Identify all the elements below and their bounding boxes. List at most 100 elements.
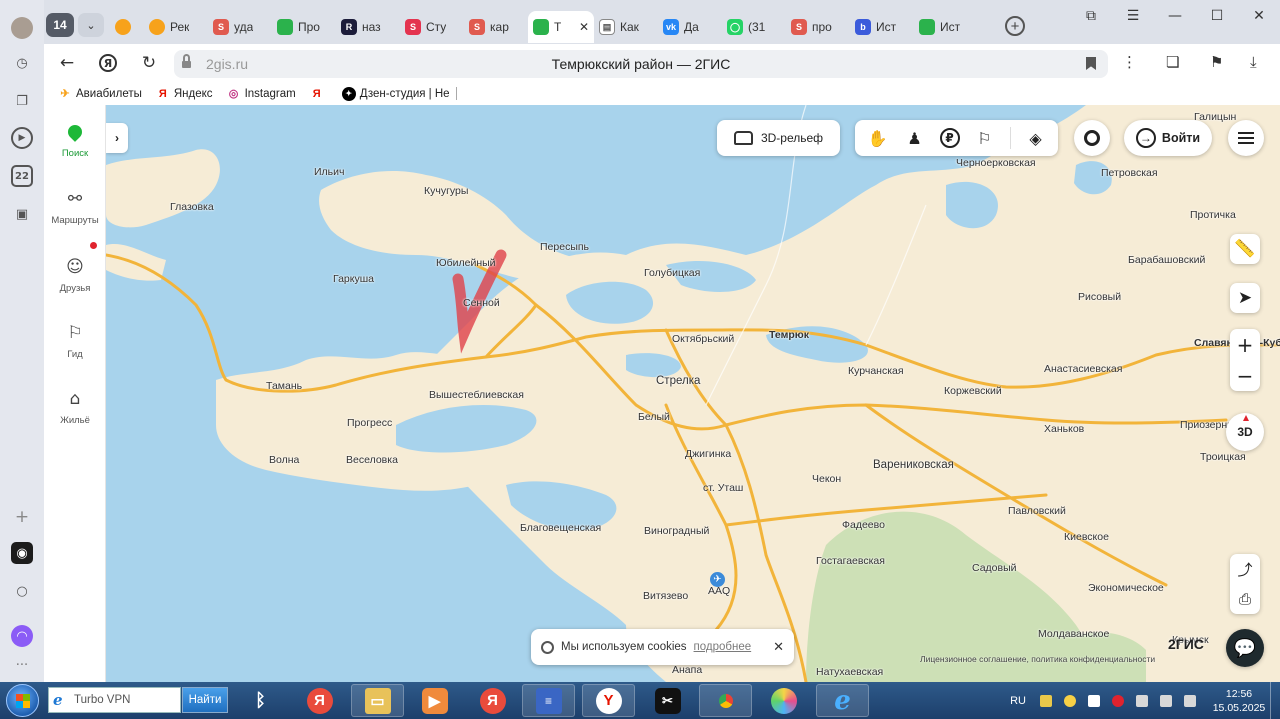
cookie-details-link[interactable]: подробнее [694,641,752,653]
airport-icon[interactable]: ✈ [710,572,725,587]
bookmark-instagram[interactable]: ◎ Instagram [227,87,296,101]
tab[interactable]: Рек [144,11,208,43]
map-label[interactable]: Глазовка [170,201,214,213]
yandex-app-2[interactable]: Я [466,684,519,717]
map-label[interactable]: Курчанская [848,365,904,377]
map-label[interactable]: Павловский [1008,505,1066,517]
downloads-icon[interactable]: ⤓ [1250,53,1257,71]
internet-explorer-app[interactable]: e [816,684,869,717]
ruler-button[interactable]: 📏 [1230,234,1260,264]
bookmark-yandex[interactable]: Я Яндекс [156,87,213,101]
map-label[interactable]: Анапа [672,664,702,676]
tab-manager-icon[interactable]: ⧉ [1070,0,1112,32]
tab[interactable]: S Сту [400,11,464,43]
sidebar-item-housing[interactable]: ⌂ Жильё [44,387,106,426]
profile-avatar[interactable] [11,17,33,39]
map-label[interactable]: Коржевский [944,385,1002,397]
screen-share-icon[interactable]: ▣ [11,203,33,225]
tab[interactable]: ◯ (31 [722,11,786,43]
map-label[interactable]: Юбилейный [436,257,496,269]
back-button[interactable]: ← [56,52,78,74]
map-label[interactable]: Троицкая [1200,451,1246,463]
map-canvas[interactable]: Ильич Кучугуры Черноерковская Петровская Гол… [106,105,1280,682]
menu-button[interactable] [1228,120,1264,156]
map-label[interactable]: Волна [269,454,299,466]
bookmark-dzen[interactable]: ✦ Дзен-студия | Не [341,86,450,101]
sidebar-item-search-leaf[interactable]: Поиск [44,120,106,159]
tab[interactable]: Sкар [464,11,528,43]
taskbar-search-field[interactable]: e Turbo VPN [48,687,181,713]
tab[interactable]: vk Да [658,11,722,43]
tab[interactable]: Ист [914,11,978,43]
map-label[interactable]: Благовещенская [520,522,601,534]
map-label[interactable]: Сенной [463,297,500,309]
print-icon[interactable]: ⎙ [1230,584,1260,614]
locate-button[interactable]: ➤ [1230,283,1260,313]
map-label[interactable]: Фадеево [842,519,885,531]
tab[interactable]: Т ✕ [528,11,594,43]
capcut-app[interactable]: ✂ [641,684,694,717]
map-label[interactable]: Октябрьский [672,333,734,345]
map-label[interactable]: Анастасиевская [1044,363,1122,375]
map-label[interactable]: Садовый [972,562,1017,574]
map-label[interactable]: Ханьков [1044,423,1084,435]
camera-app-icon[interactable]: ◉ [11,542,33,564]
yandex-home-button[interactable]: Я [99,54,117,72]
map-label[interactable]: Джигинка [685,448,731,460]
map-label[interactable]: Молдаванское [1038,628,1109,640]
video-icon[interactable]: ▶ [11,127,33,149]
map-label[interactable]: Гостагаевская [816,555,885,567]
signpost-icon[interactable]: ⚐ [973,126,997,150]
chat-button[interactable]: 💬 [1226,629,1264,667]
tab[interactable]: Rназ [336,11,400,43]
legal-links[interactable]: Лицензионное соглашение, политика конфид… [920,654,1155,664]
sidebar-item-routes[interactable]: ⚯ Маршруты [44,187,106,226]
close-icon[interactable]: ✕ [773,640,784,655]
map-label[interactable]: Тамань [266,380,302,392]
map-label[interactable]: Веселовка [346,454,398,466]
taskbar-search-button[interactable]: Найти [182,687,228,713]
language-indicator[interactable]: RU [1010,695,1026,707]
flag-tray-icon[interactable] [1184,694,1196,707]
ruble-icon[interactable]: ₽ [939,128,960,148]
map-label[interactable]: Кучугуры [424,185,468,197]
tray-app-icon[interactable] [1088,694,1100,707]
reading-mode-icon[interactable]: ❏ [1166,53,1179,71]
tab[interactable]: ▤ Как [594,11,658,43]
yandex-browser-app[interactable]: Y [582,684,635,717]
zoom-out-button[interactable]: − [1230,360,1260,391]
tray-app-icon[interactable] [1112,694,1124,707]
photos-app[interactable] [757,684,810,717]
tray-app-icon[interactable] [1064,694,1076,707]
maximize-button[interactable]: ☐ [1196,0,1238,32]
hand-icon[interactable]: ✋ [866,126,890,150]
map-label[interactable]: Черноерковская [956,157,1036,169]
history-icon[interactable]: ◷ [11,52,33,74]
map-label[interactable]: Варениковская [873,459,954,471]
map-label[interactable]: Витязево [643,590,688,602]
layers-icon[interactable]: ◈ [1024,126,1048,150]
profile-ring-button[interactable] [1074,120,1110,156]
map-label[interactable]: ст. Уташ [703,482,743,494]
bookmark-plane[interactable]: ✈ Авиабилеты [58,87,141,101]
tab[interactable] [110,11,144,43]
more-icon[interactable]: ··· [11,654,33,676]
yandex-app[interactable]: Я [293,684,346,717]
reload-button[interactable]: ↻ [138,52,160,74]
url-field[interactable]: 2gis.ru Темрюкский район — 2ГИС [174,50,1108,78]
close-window-button[interactable]: ✕ [1238,0,1280,32]
map-label[interactable]: Белый [638,411,670,423]
sidebar-item-friends[interactable]: ☺ Друзья [44,255,106,294]
bluetooth-app[interactable]: ᛒ [234,684,287,717]
tray-app-icon[interactable] [1040,694,1052,707]
status-icon[interactable]: ○ [11,580,33,602]
map-label[interactable]: Киевское [1064,531,1109,543]
map-label[interactable]: Стрелка [656,375,700,387]
document-app[interactable]: ≡ [522,684,575,717]
map-label[interactable]: Виноградный [644,525,709,537]
sidebar-item-flag[interactable]: ⚐ Гид [44,321,106,360]
tab[interactable]: Sуда [208,11,272,43]
map-label[interactable]: Ильич [314,166,344,178]
explorer-app[interactable]: ▭ [351,684,404,717]
map-label[interactable]: Голубицкая [644,267,700,279]
